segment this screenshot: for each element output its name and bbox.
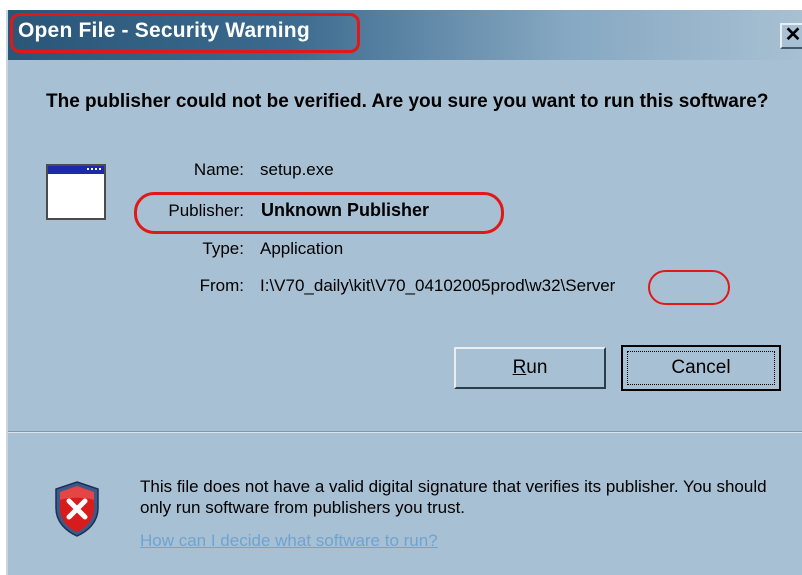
from-label: From: <box>199 276 244 295</box>
window-icon-buttons <box>87 168 101 174</box>
name-value: setup.exe <box>260 160 334 179</box>
warning-heading: The publisher could not be verified. Are… <box>46 91 769 112</box>
type-label: Type: <box>202 239 244 258</box>
application-window-icon <box>46 164 106 220</box>
cancel-button[interactable]: Cancel <box>621 345 781 391</box>
cancel-focus-rect: Cancel <box>627 351 775 385</box>
name-label: Name: <box>193 160 244 179</box>
section-divider <box>8 431 802 433</box>
from-value: I:\V70_daily\kit\V70_04102005prod\w32\Se… <box>260 276 616 295</box>
cancel-label: Cancel <box>671 357 731 378</box>
server-annotation-outline <box>648 270 730 305</box>
shield-error-icon <box>55 481 99 537</box>
run-button[interactable]: Run <box>454 347 606 389</box>
run-accelerator: R <box>512 357 527 378</box>
security-warning-dialog: Open File - Security Warning ✕ The publi… <box>6 10 802 575</box>
title-annotation-outline <box>10 13 360 53</box>
close-icon: ✕ <box>784 24 802 46</box>
type-value: Application <box>260 239 344 258</box>
publisher-annotation-outline <box>134 192 504 234</box>
run-label: un <box>526 357 548 378</box>
close-button[interactable]: ✕ <box>780 23 802 49</box>
title-bar: Open File - Security Warning ✕ <box>8 10 802 60</box>
help-link[interactable]: How can I decide what software to run? <box>140 531 438 551</box>
warning-message: This file does not have a valid digital … <box>140 477 767 517</box>
